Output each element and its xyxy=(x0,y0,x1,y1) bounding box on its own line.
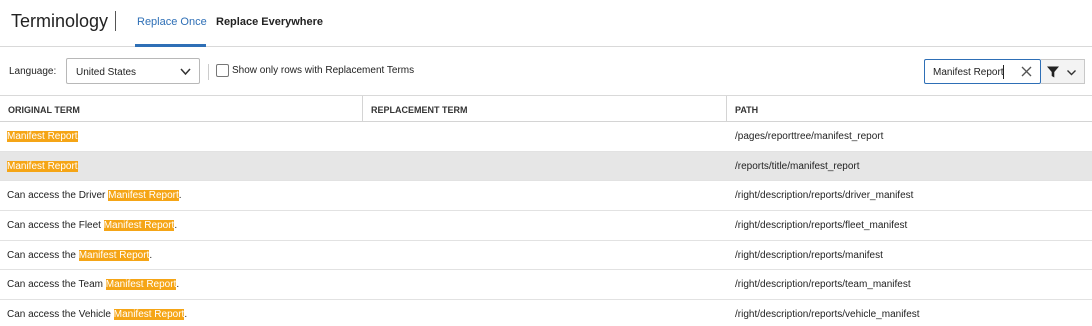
table-row[interactable]: Manifest Report /pages/reporttree/manife… xyxy=(0,122,1092,152)
search-match-highlight: Manifest Report xyxy=(105,279,177,291)
language-select[interactable]: United States xyxy=(66,58,200,84)
original-term-cell: Can access the Driver Manifest Report. xyxy=(7,190,182,202)
toolbar-divider xyxy=(208,64,209,80)
page-title: Terminology xyxy=(11,11,109,31)
search-match-highlight: Manifest Report xyxy=(108,190,179,202)
path-cell: /right/description/reports/team_manifest xyxy=(735,279,911,291)
replacement-only-checkbox[interactable] xyxy=(216,64,229,77)
path-cell: /right/description/reports/fleet_manifes… xyxy=(735,220,908,232)
table-row[interactable]: Can access the Manifest Report. /right/d… xyxy=(0,240,1092,271)
filter-button[interactable] xyxy=(1041,59,1085,84)
search-match-highlight: Manifest Report xyxy=(113,309,185,321)
path-cell: /pages/reporttree/manifest_report xyxy=(735,131,884,142)
original-term-cell: Can access the Team Manifest Report. xyxy=(7,279,180,291)
table-row[interactable]: Can access the Vehicle Manifest Report. … xyxy=(0,300,1092,326)
title-divider xyxy=(115,11,116,31)
chevron-down-icon xyxy=(1067,70,1076,76)
original-term-cell: Manifest Report xyxy=(7,152,78,172)
table-row[interactable]: Can access the Fleet Manifest Report. /r… xyxy=(0,211,1092,241)
original-term-cell: Can access the Vehicle Manifest Report. xyxy=(7,309,188,321)
close-icon[interactable] xyxy=(1021,66,1032,77)
path-cell: /right/description/reports/manifest xyxy=(735,249,883,261)
table-body: Manifest Report /pages/reporttree/manife… xyxy=(0,122,1092,326)
column-header-replacement-term[interactable]: REPLACEMENT TERM xyxy=(363,96,727,122)
original-term-cell: Can access the Fleet Manifest Report. xyxy=(7,220,178,232)
original-term-cell: Manifest Report xyxy=(7,122,78,142)
original-term-cell: Can access the Manifest Report. xyxy=(7,249,153,261)
column-header-path[interactable]: PATH xyxy=(727,96,1092,122)
text-cursor xyxy=(1003,65,1004,79)
search-match-highlight: Manifest Report xyxy=(7,131,78,142)
table-row[interactable]: Manifest Report /reports/title/manifest_… xyxy=(0,151,1092,182)
search-input[interactable]: Manifest Report xyxy=(924,59,1041,84)
column-header-original-term[interactable]: ORIGINAL TERM xyxy=(0,96,363,122)
language-label: Language: xyxy=(9,66,57,77)
search-match-highlight: Manifest Report xyxy=(103,220,175,232)
search-value: Manifest Report xyxy=(933,67,1004,78)
header-bar: Terminology Replace Once Replace Everywh… xyxy=(0,0,1092,47)
replacement-only-label[interactable]: Show only rows with Replacement Terms xyxy=(232,65,414,76)
table-row[interactable]: Can access the Driver Manifest Report. /… xyxy=(0,181,1092,212)
tab-replace-everywhere[interactable]: Replace Everywhere xyxy=(216,16,323,28)
search-match-highlight: Manifest Report xyxy=(7,160,78,172)
path-cell: /right/description/reports/driver_manife… xyxy=(735,190,914,202)
search-match-highlight: Manifest Report xyxy=(78,249,150,261)
table-header: ORIGINAL TERM REPLACEMENT TERM PATH xyxy=(0,96,1092,122)
table-row[interactable]: Can access the Team Manifest Report. /ri… xyxy=(0,270,1092,301)
path-cell: /reports/title/manifest_report xyxy=(735,160,860,172)
path-cell: /right/description/reports/vehicle_manif… xyxy=(735,309,920,321)
filter-icon xyxy=(1047,66,1059,78)
chevron-down-icon xyxy=(180,68,191,76)
language-value: United States xyxy=(76,67,137,78)
tab-replace-once[interactable]: Replace Once xyxy=(137,16,207,28)
toolbar: Language: United States Show only rows w… xyxy=(0,47,1092,96)
